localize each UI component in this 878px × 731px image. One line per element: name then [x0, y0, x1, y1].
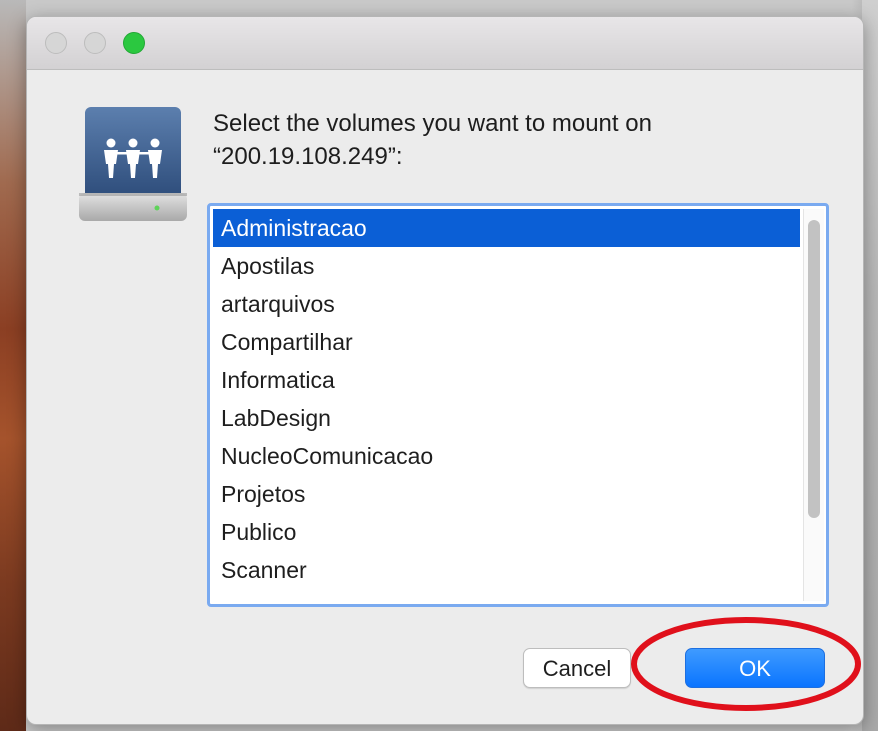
list-item[interactable]: Administracao — [213, 209, 800, 247]
list-item[interactable]: Publico — [213, 513, 800, 551]
ok-button[interactable]: OK — [685, 648, 825, 688]
list-item[interactable]: Scanner — [213, 551, 800, 589]
close-button[interactable] — [45, 32, 67, 54]
volumes-list-items: Administracao Apostilas artarquivos Compart… — [213, 209, 800, 601]
scrollbar-thumb[interactable] — [808, 220, 820, 518]
network-share-drive-icon — [79, 107, 187, 221]
list-item[interactable]: Apostilas — [213, 247, 800, 285]
list-item[interactable]: Informatica — [213, 361, 800, 399]
zoom-button[interactable] — [123, 32, 145, 54]
desktop-wallpaper-right — [862, 0, 878, 731]
prompt-line-1: Select the volumes you want to mount on — [213, 110, 652, 137]
mount-volumes-dialog: Select the volumes you want to mount on … — [26, 16, 864, 725]
dialog-prompt: Select the volumes you want to mount on … — [213, 107, 813, 173]
list-item[interactable]: NucleoComunicacao — [213, 437, 800, 475]
minimize-button[interactable] — [84, 32, 106, 54]
desktop-wallpaper-left — [0, 0, 26, 731]
list-item[interactable]: LabDesign — [213, 399, 800, 437]
volumes-list[interactable]: Administracao Apostilas artarquivos Compart… — [207, 203, 829, 607]
list-item[interactable]: Compartilhar — [213, 323, 800, 361]
title-bar — [27, 17, 863, 70]
prompt-line-2: “200.19.108.249”: — [213, 143, 403, 170]
list-item[interactable]: Projetos — [213, 475, 800, 513]
list-item[interactable]: artarquivos — [213, 285, 800, 323]
cancel-button[interactable]: Cancel — [523, 648, 631, 688]
